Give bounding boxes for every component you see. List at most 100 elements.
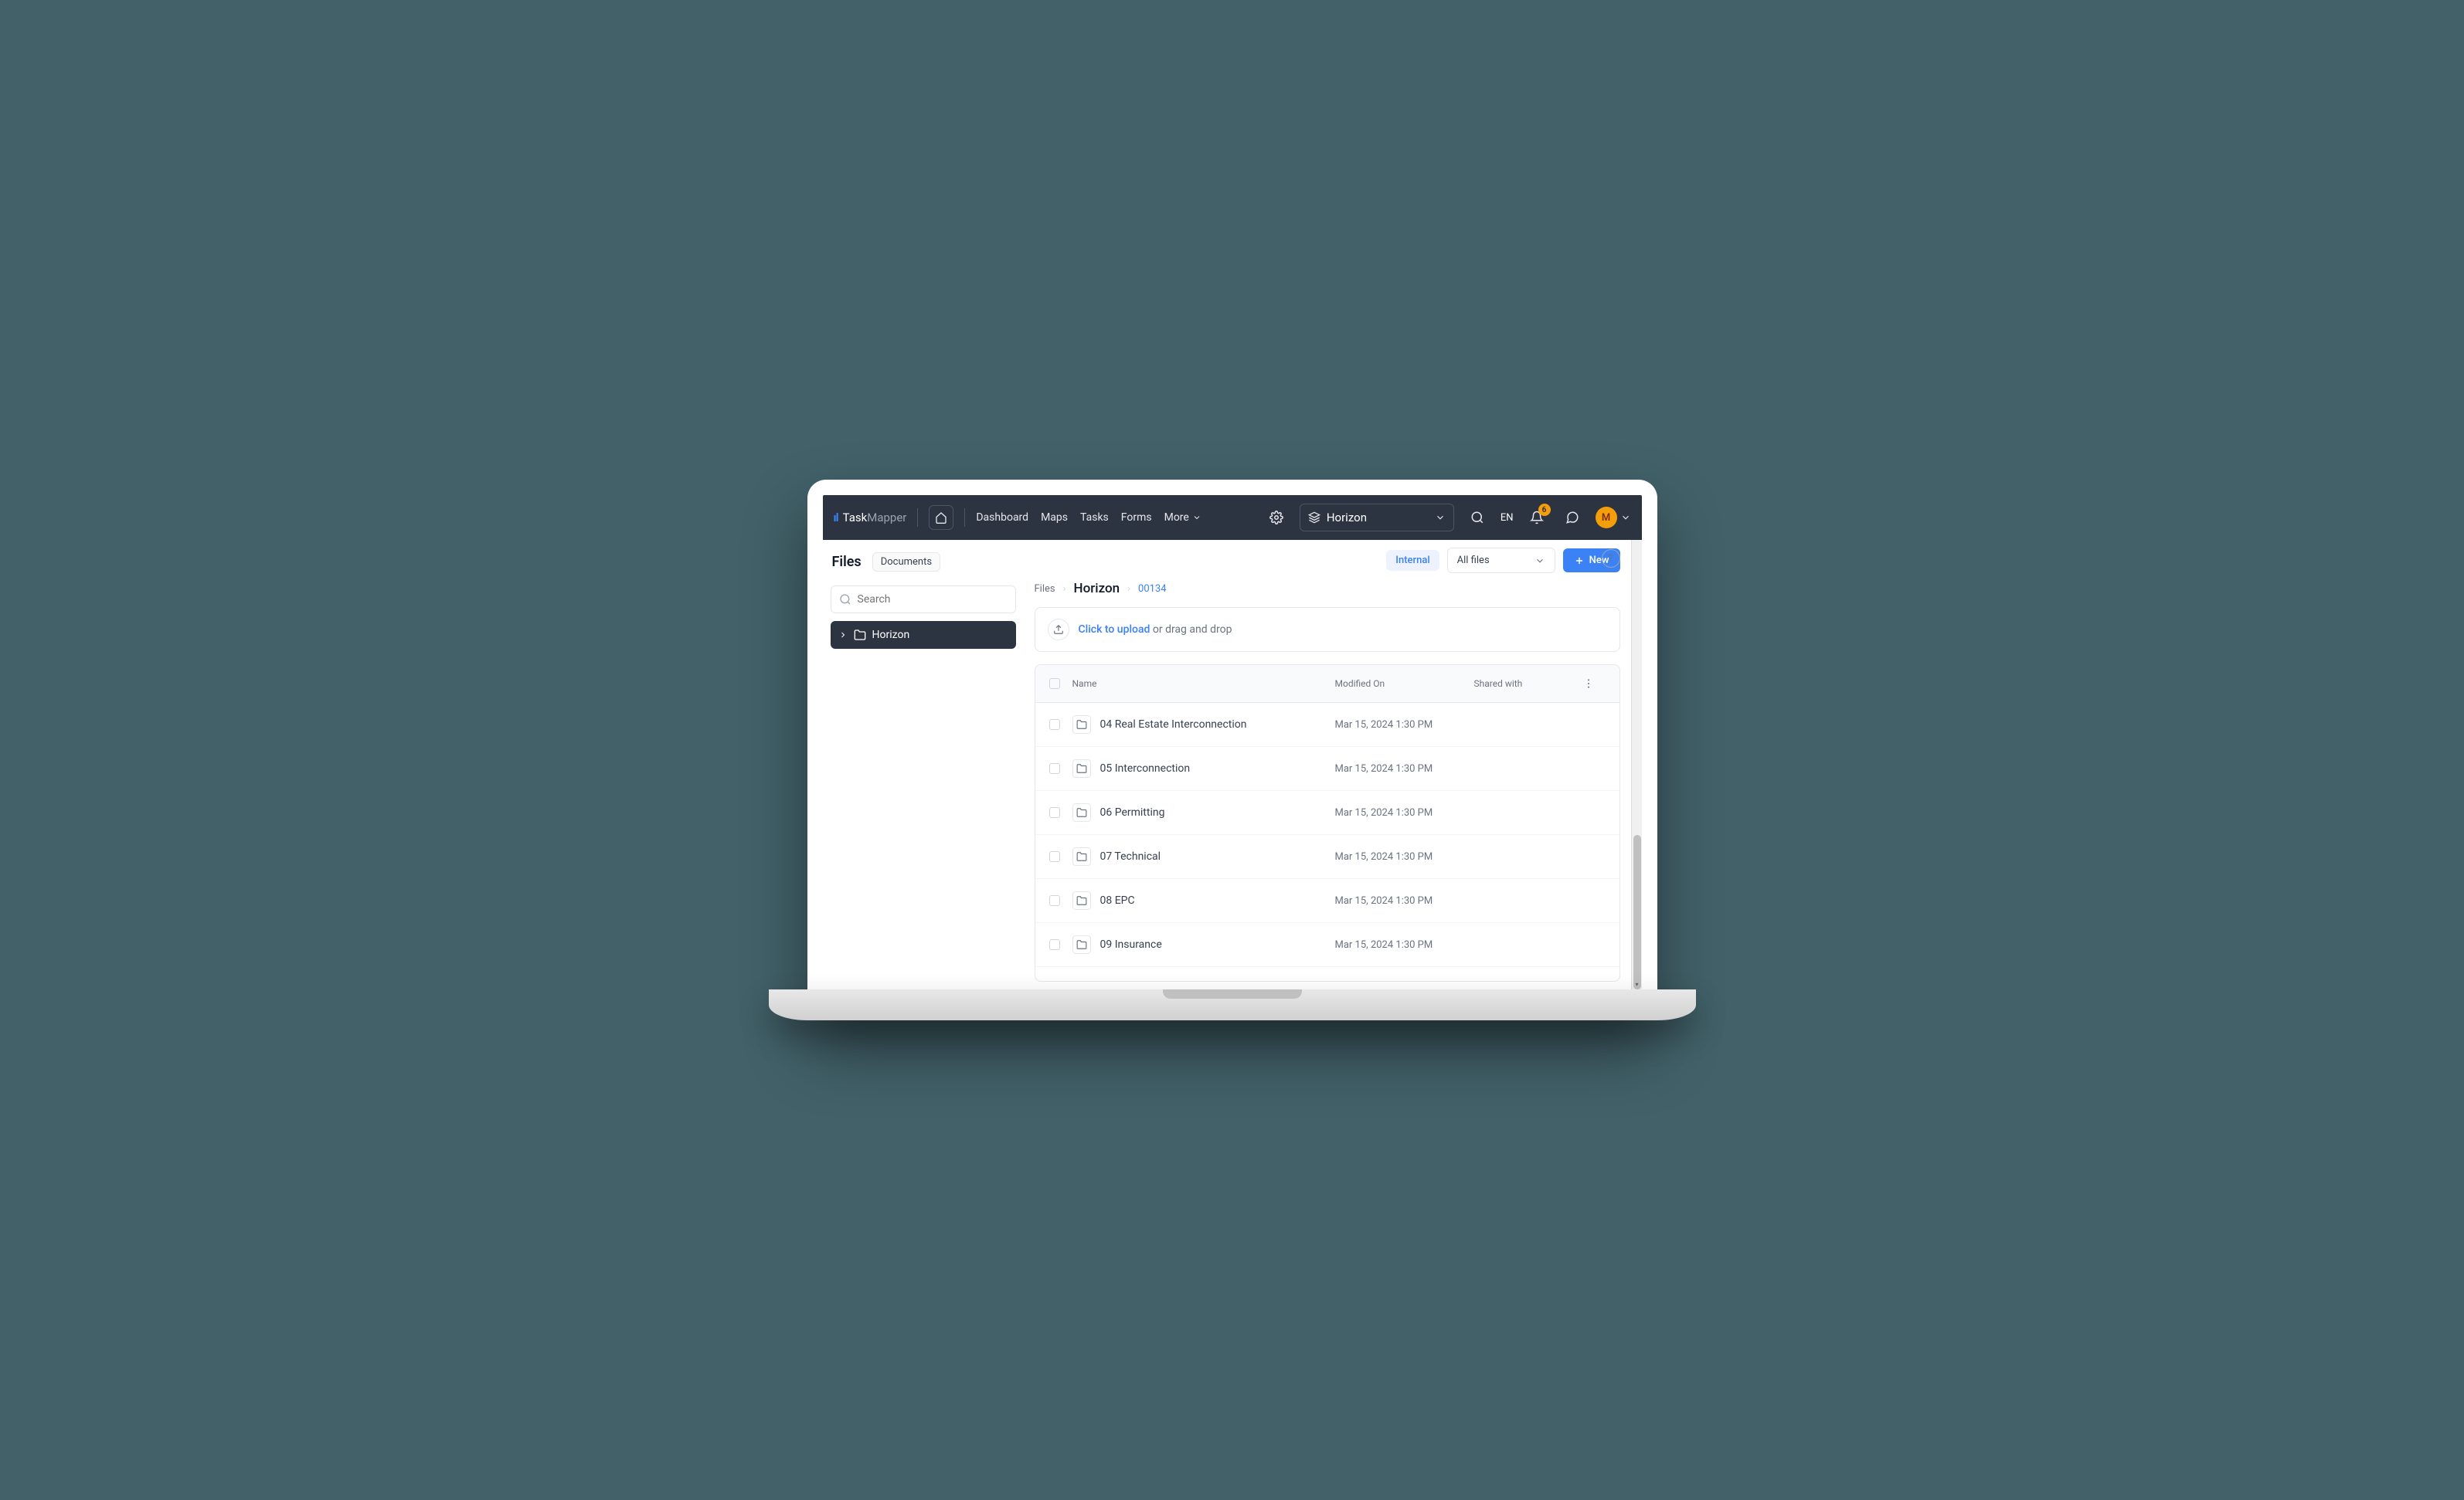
- table-row[interactable]: 04 Real Estate Interconnection Mar 15, 2…: [1035, 703, 1619, 747]
- table-body: 04 Real Estate Interconnection Mar 15, 2…: [1035, 703, 1619, 981]
- user-menu[interactable]: M: [1596, 507, 1631, 528]
- divider: [964, 508, 965, 527]
- settings-button[interactable]: [1264, 505, 1289, 530]
- select-all-checkbox[interactable]: [1049, 678, 1060, 689]
- folder-icon: [1072, 803, 1091, 822]
- internal-toggle[interactable]: Internal: [1386, 550, 1439, 571]
- nav-maps[interactable]: Maps: [1041, 511, 1068, 524]
- chevron-right-icon: ›: [1127, 583, 1130, 595]
- help-button[interactable]: ?: [1602, 549, 1620, 568]
- top-nav: ıl TaskMapper Dashboard Maps Tasks Forms…: [823, 495, 1642, 540]
- row-modified: Mar 15, 2024 1:30 PM: [1335, 807, 1474, 819]
- scrollbar-thumb[interactable]: [1633, 835, 1641, 989]
- breadcrumb-id[interactable]: 00134: [1138, 583, 1167, 595]
- scrollbar-down-arrow[interactable]: ▾: [1632, 979, 1642, 989]
- nav-forms[interactable]: Forms: [1121, 511, 1152, 524]
- more-vertical-icon: [1582, 677, 1595, 690]
- main-panel: Internal All files New ? Files › Horizon…: [1024, 540, 1631, 989]
- chat-icon: [1565, 511, 1579, 524]
- row-modified: Mar 15, 2024 1:30 PM: [1335, 851, 1474, 863]
- upload-rest-text: or drag and drop: [1150, 623, 1232, 636]
- row-name: 08 EPC: [1100, 894, 1135, 907]
- avatar: M: [1596, 507, 1617, 528]
- help-icon-label: ?: [1608, 553, 1613, 565]
- documents-tab[interactable]: Documents: [872, 552, 940, 572]
- upload-icon: [1053, 624, 1064, 635]
- upload-link-text: Click to upload: [1079, 623, 1150, 636]
- logo-text-task: Task: [843, 511, 868, 524]
- breadcrumb-project[interactable]: Horizon: [1074, 581, 1120, 596]
- logo-icon: ıl: [834, 511, 838, 524]
- col-modified[interactable]: Modified On: [1335, 678, 1474, 689]
- notifications-button[interactable]: 6: [1524, 505, 1549, 530]
- row-modified: Mar 15, 2024 1:30 PM: [1335, 719, 1474, 731]
- table-options-button[interactable]: [1582, 677, 1606, 690]
- folder-icon: [1072, 759, 1091, 778]
- row-name: 06 Permitting: [1100, 806, 1165, 819]
- tree-item-horizon[interactable]: Horizon: [831, 621, 1016, 649]
- row-modified: Mar 15, 2024 1:30 PM: [1335, 939, 1474, 951]
- row-name: 05 Interconnection: [1100, 762, 1191, 775]
- page-title: Files: [832, 554, 862, 570]
- tree-item-label: Horizon: [872, 629, 910, 641]
- project-selector[interactable]: Horizon: [1300, 504, 1454, 531]
- row-name: 07 Technical: [1100, 850, 1161, 863]
- table-row[interactable]: 08 EPC Mar 15, 2024 1:30 PM: [1035, 879, 1619, 923]
- upload-icon-wrap: [1048, 619, 1069, 640]
- app-logo[interactable]: ıl TaskMapper: [834, 511, 907, 524]
- search-icon: [839, 593, 851, 606]
- chevron-right-icon: ›: [1063, 583, 1066, 595]
- row-checkbox[interactable]: [1049, 807, 1060, 818]
- row-checkbox[interactable]: [1049, 895, 1060, 906]
- chevron-down-icon: [1192, 513, 1201, 522]
- table-row[interactable]: 06 Permitting Mar 15, 2024 1:30 PM: [1035, 791, 1619, 835]
- breadcrumb-root[interactable]: Files: [1035, 583, 1055, 595]
- divider: [917, 508, 918, 527]
- file-filter-label: All files: [1457, 555, 1490, 566]
- nav-tasks[interactable]: Tasks: [1080, 511, 1109, 524]
- nav-dashboard[interactable]: Dashboard: [976, 511, 1028, 524]
- row-checkbox[interactable]: [1049, 763, 1060, 774]
- nav-links: Dashboard Maps Tasks Forms More: [976, 511, 1201, 524]
- project-selected-label: Horizon: [1327, 511, 1429, 524]
- language-toggle[interactable]: EN: [1500, 512, 1514, 524]
- folder-icon: [1072, 715, 1091, 734]
- search-icon: [1470, 511, 1484, 524]
- chat-button[interactable]: [1560, 505, 1585, 530]
- folder-icon: [1072, 935, 1091, 954]
- row-checkbox[interactable]: [1049, 719, 1060, 730]
- row-modified: Mar 15, 2024 1:30 PM: [1335, 895, 1474, 907]
- table-row[interactable]: 05 Interconnection Mar 15, 2024 1:30 PM: [1035, 747, 1619, 791]
- folder-icon: [1072, 847, 1091, 866]
- scrollbar[interactable]: ▾: [1631, 540, 1642, 989]
- col-name[interactable]: Name: [1072, 678, 1335, 689]
- row-checkbox[interactable]: [1049, 939, 1060, 950]
- row-name: 09 Insurance: [1100, 938, 1162, 951]
- logo-text-mapper: Mapper: [867, 511, 906, 524]
- sidebar-search[interactable]: [831, 585, 1016, 613]
- global-search-button[interactable]: [1465, 505, 1490, 530]
- file-filter-select[interactable]: All files: [1447, 548, 1555, 573]
- file-table: Name Modified On Shared with 04 Real Est…: [1035, 664, 1620, 982]
- notification-badge: 6: [1538, 504, 1551, 516]
- layers-icon: [1308, 511, 1320, 524]
- sidebar-search-input[interactable]: [858, 593, 1008, 606]
- upload-dropzone[interactable]: Click to upload or drag and drop: [1035, 607, 1620, 652]
- chevron-down-icon: [1435, 512, 1446, 523]
- table-header: Name Modified On Shared with: [1035, 665, 1619, 703]
- chevron-right-icon: [838, 630, 848, 640]
- row-name: 04 Real Estate Interconnection: [1100, 718, 1247, 731]
- row-modified: Mar 15, 2024 1:30 PM: [1335, 763, 1474, 775]
- folder-icon: [1072, 891, 1091, 910]
- chevron-down-icon: [1534, 555, 1545, 566]
- nav-more-label: More: [1164, 511, 1189, 524]
- col-shared[interactable]: Shared with: [1474, 678, 1582, 689]
- sidebar: Files Documents Horizon: [823, 540, 1024, 989]
- table-row[interactable]: 07 Technical Mar 15, 2024 1:30 PM: [1035, 835, 1619, 879]
- home-button[interactable]: [929, 505, 953, 530]
- gear-icon: [1269, 511, 1283, 524]
- nav-more[interactable]: More: [1164, 511, 1201, 524]
- table-row[interactable]: 09 Insurance Mar 15, 2024 1:30 PM: [1035, 923, 1619, 967]
- row-checkbox[interactable]: [1049, 851, 1060, 862]
- folder-icon: [854, 629, 866, 641]
